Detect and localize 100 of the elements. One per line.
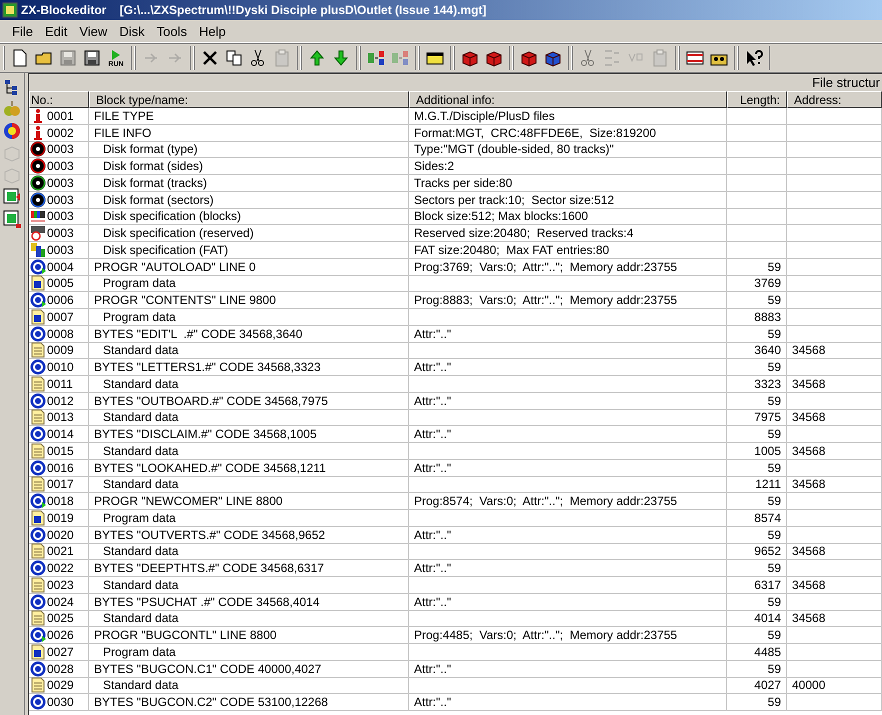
table-cell: 34568 <box>787 544 882 560</box>
block-number: 0023 <box>47 578 74 592</box>
cube-icon <box>461 49 479 67</box>
table-cell <box>727 242 787 259</box>
table-cell: 8574 <box>727 510 787 527</box>
side-toolbar-button[interactable] <box>1 209 23 229</box>
block-number: 0007 <box>47 310 74 324</box>
block-number: 0030 <box>47 695 74 710</box>
block-number: 0024 <box>47 594 74 609</box>
table-cell: Standard data <box>89 342 409 360</box>
table-cell: Standard data <box>89 410 409 426</box>
block-number: 0029 <box>47 678 74 692</box>
table-cell <box>727 158 787 175</box>
block-number: 0025 <box>47 611 74 626</box>
block-number: 0010 <box>47 360 74 374</box>
table-cell <box>727 124 787 142</box>
column-header[interactable]: Additional info: <box>409 91 727 108</box>
table-cell: Prog:8574; Vars:0; Attr:".."; Memory addr:23755 <box>409 493 727 510</box>
menu-item[interactable]: Help <box>192 22 232 40</box>
table-cell: 34568 <box>787 443 882 460</box>
cube-icon <box>544 49 562 67</box>
block-number: 0017 <box>47 477 74 492</box>
table-cell: Program data <box>89 276 409 292</box>
split-icon <box>367 49 385 67</box>
document-icon <box>30 644 46 660</box>
block-number: 0005 <box>47 276 74 290</box>
table-cell: 34568 <box>787 577 882 594</box>
table-cell: 59 <box>727 493 787 510</box>
menu-item[interactable]: View <box>73 22 114 40</box>
block-number: 0009 <box>47 343 74 358</box>
document-icon <box>30 409 46 426</box>
block-number: 0027 <box>47 644 74 659</box>
table-cell: 59 <box>727 426 787 443</box>
ruler-icon <box>686 49 704 67</box>
table-cell: BYTES "BUGCON.C2" CODE 53100,12268 <box>89 694 409 711</box>
block-number: 0013 <box>47 410 74 424</box>
table-cell: 3323 <box>727 376 787 393</box>
table-cell: FILE INFO <box>89 124 409 142</box>
blocks-icon <box>30 208 46 224</box>
table-cell: 34568 <box>787 342 882 360</box>
table-cell: Standard data <box>89 577 409 594</box>
cube-icon <box>3 210 21 228</box>
table-cell: Attr:".." <box>409 426 727 443</box>
table-cell: BYTES "LOOKAHED.#" CODE 34568,1211 <box>89 460 409 476</box>
table-cell: Block size:512; Max blocks:1600 <box>409 208 727 226</box>
clipboard-icon <box>651 49 669 67</box>
table-cell: 59 <box>727 292 787 309</box>
cube-icon <box>3 166 21 184</box>
table-cell: Format:MGT, CRC:48FFDE6E, Size:819200 <box>409 124 727 142</box>
table-cell: Standard data <box>89 376 409 393</box>
table-cell: 34568 <box>787 476 882 494</box>
table-cell: FAT size:20480; Max FAT entries:80 <box>409 242 727 259</box>
table-cell: 59 <box>727 694 787 711</box>
block-number: 0003 <box>47 176 74 190</box>
table-cell: BYTES "PSUCHAT .#" CODE 34568,4014 <box>89 594 409 610</box>
table-cell: Disk specification (FAT) <box>89 242 409 259</box>
table-cell <box>727 142 787 158</box>
column-header[interactable]: Block type/name: <box>89 91 409 108</box>
table-cell: Tracks per side:80 <box>409 175 727 192</box>
table-cell: Disk specification (reserved) <box>89 225 409 242</box>
table-cell: BYTES "BUGCON.C1" CODE 40000,4027 <box>89 660 409 678</box>
paste-icon <box>273 49 291 67</box>
block-number: 0004 <box>47 260 74 274</box>
floppy-icon <box>59 49 77 67</box>
column-header[interactable]: Address: <box>787 91 882 108</box>
table-cell: 4027 <box>727 678 787 694</box>
document-icon <box>30 275 46 292</box>
table-cell: 4485 <box>727 644 787 661</box>
block-number: 0022 <box>47 561 74 576</box>
column-header[interactable]: No.: <box>29 91 89 108</box>
table-cell: 3769 <box>727 276 787 292</box>
table-cell: 34568 <box>787 610 882 628</box>
block-number: 0006 <box>47 293 74 308</box>
block-number: 0003 <box>47 209 74 224</box>
menu-item[interactable]: Edit <box>38 22 74 40</box>
block-number: 0011 <box>47 376 73 391</box>
table-cell: BYTES "EDIT'L .#" CODE 34568,3640 <box>89 326 409 342</box>
menu-item[interactable]: Tools <box>150 22 193 40</box>
join-icon <box>391 49 409 67</box>
table-cell: Attr:".." <box>409 460 727 476</box>
document-icon <box>30 476 46 492</box>
document-icon <box>30 610 46 626</box>
table-cell <box>727 175 787 192</box>
table-cell: 3640 <box>727 342 787 360</box>
block-number: 0014 <box>47 427 74 442</box>
table-cell: 4014 <box>727 610 787 628</box>
table-cell: Program data <box>89 510 409 527</box>
block-number: 0003 <box>47 142 74 156</box>
column-header[interactable]: Length: <box>727 91 787 108</box>
menu-item[interactable]: File <box>6 22 39 40</box>
document-icon <box>30 510 46 526</box>
table-cell: 59 <box>727 359 787 376</box>
table-cell: PROGR "NEWCOMER" LINE 8800 <box>89 493 409 510</box>
table-cell: Attr:".." <box>409 359 727 376</box>
document-icon <box>30 308 46 325</box>
menu-item[interactable]: Disk <box>113 22 151 40</box>
table-cell: Prog:8883; Vars:0; Attr:".."; Memory addr:23755 <box>409 292 727 309</box>
cube-icon <box>3 188 21 206</box>
table-cell: 8883 <box>727 309 787 326</box>
table-cell <box>727 225 787 242</box>
